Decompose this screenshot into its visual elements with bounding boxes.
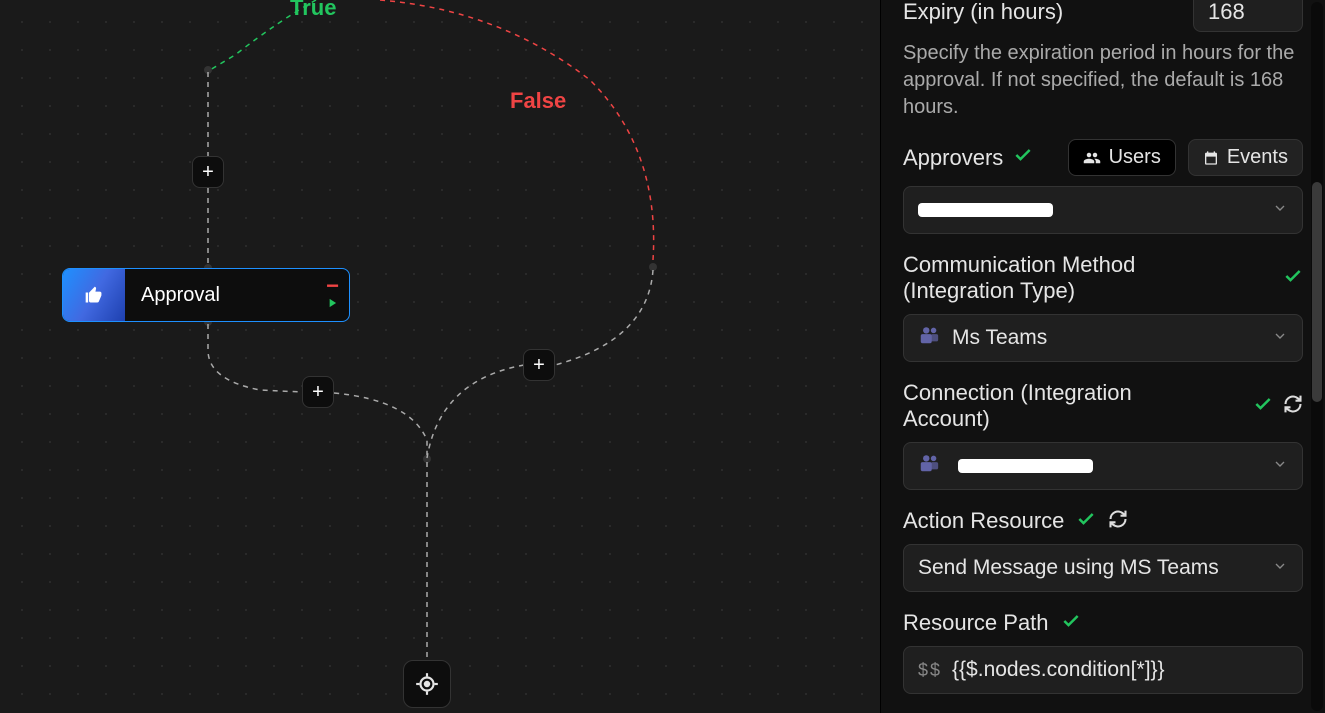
teams-icon: [918, 324, 940, 352]
resource-path-input[interactable]: $$ {{$.nodes.condition[*]}}: [903, 646, 1303, 694]
chevron-down-icon: [1272, 456, 1288, 477]
check-icon: [1076, 509, 1096, 534]
comm-method-select[interactable]: Ms Teams: [903, 314, 1303, 362]
add-node-button[interactable]: +: [192, 156, 224, 188]
add-node-button[interactable]: +: [523, 349, 555, 381]
action-resource-label: Action Resource: [903, 508, 1064, 534]
check-icon: [1061, 611, 1081, 636]
edge-label-true: True: [290, 0, 336, 21]
users-tab[interactable]: Users: [1068, 139, 1176, 176]
chevron-down-icon: [1272, 200, 1288, 221]
refresh-icon[interactable]: [1108, 509, 1128, 534]
connection-label: Connection (Integration Account): [903, 380, 1203, 432]
chevron-down-icon: [1272, 328, 1288, 349]
approvers-label: Approvers: [903, 145, 1003, 171]
resource-path-label: Resource Path: [903, 610, 1049, 636]
users-icon: [1083, 149, 1101, 167]
chevron-down-icon: [1272, 558, 1288, 579]
properties-panel: Expiry (in hours) 168 Specify the expira…: [880, 0, 1325, 713]
calendar-icon: [1203, 150, 1219, 166]
workflow-canvas[interactable]: True False + + + Approval −: [0, 0, 880, 713]
check-icon: [1253, 394, 1273, 419]
comm-method-label: Communication Method (Integration Type): [903, 252, 1203, 304]
action-resource-select[interactable]: Send Message using MS Teams: [903, 544, 1303, 592]
check-icon: [1283, 266, 1303, 291]
refresh-icon[interactable]: [1283, 394, 1303, 419]
connection-select[interactable]: [903, 442, 1303, 490]
expiry-input[interactable]: 168: [1193, 0, 1303, 32]
remove-node-button[interactable]: −: [326, 275, 339, 297]
redacted-value: [958, 459, 1093, 473]
edge-label-false: False: [510, 88, 566, 114]
teams-icon: [918, 452, 940, 480]
expiry-label: Expiry (in hours): [903, 0, 1063, 25]
thumbs-up-icon: [63, 269, 125, 321]
approval-node[interactable]: Approval −: [62, 268, 350, 322]
run-node-button[interactable]: [325, 296, 339, 315]
redacted-value: [918, 203, 1053, 217]
add-node-button[interactable]: +: [302, 376, 334, 408]
target-node[interactable]: [403, 660, 451, 708]
events-tab[interactable]: Events: [1188, 139, 1303, 176]
approvers-select[interactable]: [903, 186, 1303, 234]
edges-layer: [0, 0, 880, 713]
scrollbar[interactable]: [1311, 2, 1323, 711]
approval-node-label: Approval: [125, 284, 349, 307]
expression-prefix: $$: [918, 660, 942, 681]
expiry-help: Specify the expiration period in hours f…: [903, 40, 1303, 121]
scrollbar-thumb[interactable]: [1312, 182, 1322, 402]
check-icon: [1013, 145, 1033, 170]
